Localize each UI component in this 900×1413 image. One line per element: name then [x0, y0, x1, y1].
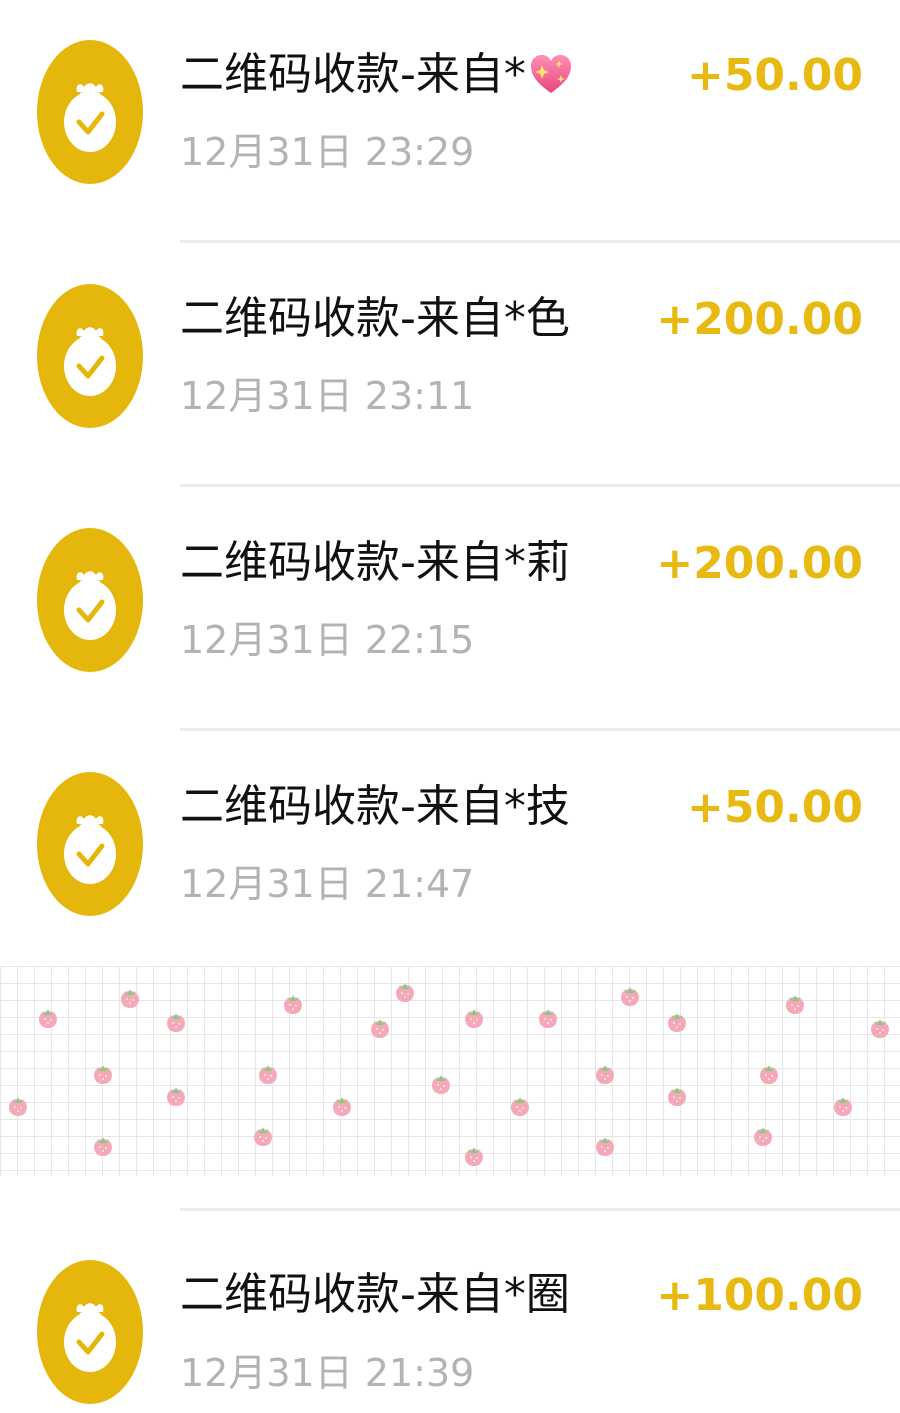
transaction-amount: +100.00	[656, 1270, 863, 1321]
transaction-amount: +50.00	[686, 782, 863, 833]
transaction-list: 二维码收款-来自* 12月31日 23:29 +50.00 二维码收款-来自*色…	[0, 0, 900, 1413]
transaction-title: 二维码收款-来自*莉	[180, 537, 570, 588]
strawberry-icon	[754, 1127, 772, 1146]
strawberry-icon	[465, 1009, 483, 1028]
row-divider	[180, 728, 900, 731]
strawberry-pattern-banner	[0, 966, 900, 1176]
row-divider	[180, 240, 900, 243]
strawberry-icon	[786, 995, 804, 1014]
money-bag-check-icon	[37, 772, 143, 916]
strawberry-pattern	[9, 983, 889, 1166]
strawberry-icon	[9, 1097, 27, 1116]
strawberry-icon	[94, 1065, 112, 1084]
transaction-row[interactable]: 二维码收款-来自*圈 12月31日 21:39 +100.00	[0, 1220, 900, 1413]
strawberry-icon	[167, 1087, 185, 1106]
strawberry-icon	[834, 1097, 852, 1116]
strawberry-icon	[465, 1147, 483, 1166]
strawberry-icon	[259, 1065, 277, 1084]
strawberry-icon	[121, 989, 139, 1008]
transaction-time: 12月31日 23:11	[180, 374, 475, 418]
sparkling-heart-icon	[530, 55, 571, 93]
strawberry-icon	[371, 1019, 389, 1038]
transaction-row[interactable]: 二维码收款-来自*莉 12月31日 22:15 +200.00	[0, 488, 900, 731]
strawberry-icon	[39, 1009, 57, 1028]
money-bag-check-icon	[37, 1260, 143, 1404]
strawberry-icon	[668, 1087, 686, 1106]
money-bag-check-icon	[37, 284, 143, 428]
money-bag-check-icon	[37, 528, 143, 672]
transaction-amount: +200.00	[656, 294, 863, 345]
transaction-time: 12月31日 22:15	[180, 618, 475, 662]
transaction-title: 二维码收款-来自*圈	[180, 1269, 570, 1320]
strawberry-icon	[432, 1075, 450, 1094]
transaction-amount: +200.00	[656, 538, 863, 589]
transaction-title: 二维码收款-来自*色	[180, 293, 570, 344]
transaction-title: 二维码收款-来自*技	[180, 781, 570, 832]
transaction-time: 12月31日 21:39	[180, 1351, 475, 1395]
strawberry-icon	[284, 995, 302, 1014]
transaction-title: 二维码收款-来自*	[180, 45, 574, 105]
strawberry-icon	[167, 1013, 185, 1032]
transaction-time: 12月31日 21:47	[180, 862, 475, 906]
row-divider	[180, 1208, 900, 1211]
transaction-row[interactable]: 二维码收款-来自*技 12月31日 21:47 +50.00	[0, 732, 900, 975]
strawberry-icon	[621, 987, 639, 1006]
transaction-amount: +50.00	[686, 50, 863, 101]
strawberry-icon	[396, 983, 414, 1002]
strawberry-icon	[333, 1097, 351, 1116]
strawberry-icon	[511, 1097, 529, 1116]
strawberry-icon	[596, 1065, 614, 1084]
strawberry-icon	[596, 1137, 614, 1156]
strawberry-icon	[94, 1137, 112, 1156]
strawberry-icon	[254, 1127, 272, 1146]
strawberry-icon	[871, 1019, 889, 1038]
row-divider	[180, 484, 900, 487]
strawberry-icon	[668, 1013, 686, 1032]
transaction-time: 12月31日 23:29	[180, 130, 475, 174]
strawberry-icon	[539, 1009, 557, 1028]
strawberry-icon	[760, 1065, 778, 1084]
transaction-row[interactable]: 二维码收款-来自* 12月31日 23:29 +50.00	[0, 0, 900, 243]
transaction-row[interactable]: 二维码收款-来自*色 12月31日 23:11 +200.00	[0, 244, 900, 487]
transaction-title-text: 二维码收款-来自*	[180, 49, 526, 100]
money-bag-check-icon	[37, 40, 143, 184]
